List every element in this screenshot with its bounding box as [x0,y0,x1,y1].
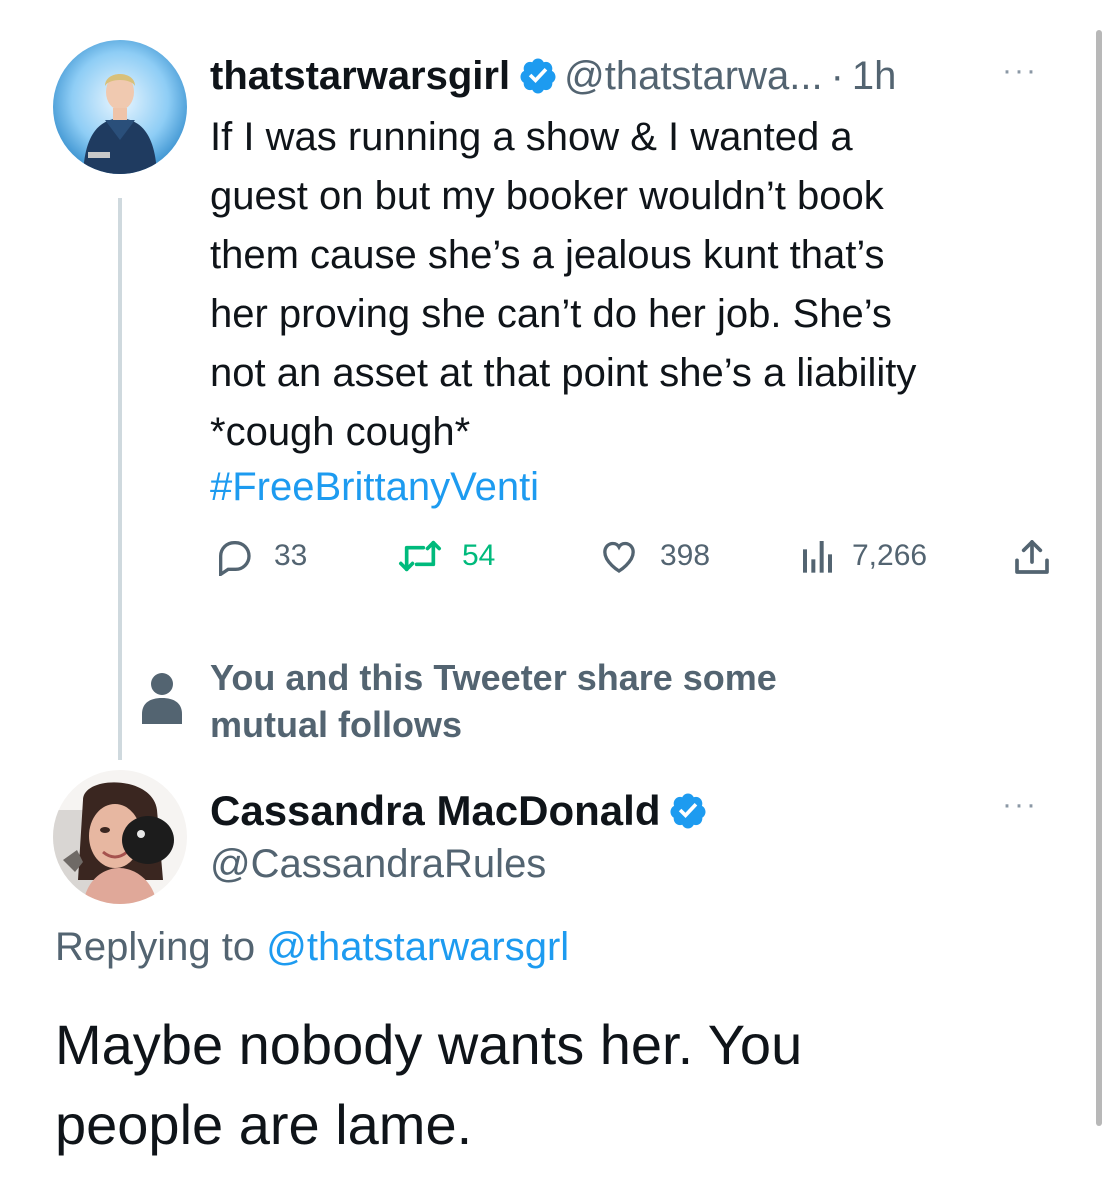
tweet-actions: 33 54 398 7,266 [0,532,1110,582]
tweet-text-line: not an asset at that point she’s a liabi… [210,351,917,395]
tweet-text-line: her proving she can’t do her job. She’s [210,292,892,336]
more-icon[interactable]: ··· [1002,790,1038,820]
reply-text-line: people are lame. [55,1093,473,1156]
reply-header: Cassandra MacDonald [210,784,714,838]
like-count: 398 [660,539,711,572]
reply-text: Maybe nobody wants her. You people are l… [55,1005,1055,1165]
share-button[interactable] [1012,536,1052,578]
reply-button[interactable]: 33 [214,536,307,576]
views-icon [803,541,832,573]
replying-prefix: Replying to [55,925,256,969]
replying-to: Replying to @thatstarwarsgrl [55,925,569,970]
tweet-text-line: If I was running a show & I wanted a [210,115,853,159]
reply-icon [219,541,251,576]
verified-badge-icon [668,791,708,831]
mutual-follows-notice: You and this Tweeter share some mutual f… [210,654,777,748]
notice-line: mutual follows [210,704,462,745]
hashtag-link[interactable]: #FreeBrittanyVenti [210,458,539,517]
tweet-time[interactable]: 1h [852,54,897,99]
verified-badge-icon [518,56,558,96]
avatar-image [53,40,187,174]
reply-author-name[interactable]: Cassandra MacDonald [210,787,660,835]
like-icon [603,541,635,573]
reply-author-handle[interactable]: @CassandraRules [210,842,546,887]
share-icon [1015,540,1049,574]
tweet-text-line: them cause she’s a jealous kunt that’s [210,233,885,277]
person-icon [142,673,182,724]
more-icon[interactable]: ··· [1002,56,1038,86]
like-button[interactable]: 398 [598,536,710,576]
views-count: 7,266 [852,539,928,572]
notice-line: You and this Tweeter share some [210,657,777,698]
views-button[interactable]: 7,266 [800,536,927,576]
reply-count: 33 [274,539,308,572]
avatar[interactable] [53,40,187,174]
tweet-text-line: guest on but my booker wouldn’t book [210,174,884,218]
avatar[interactable] [53,770,187,904]
retweet-icon [399,540,441,572]
tweet-text: If I was running a show & I wanted a gue… [210,108,1070,462]
author-name[interactable]: thatstarwarsgirl [210,54,510,99]
retweet-button[interactable]: 54 [398,536,495,576]
replying-handle-link[interactable]: @thatstarwarsgrl [266,925,569,969]
time-separator: · [830,53,844,98]
thread-line [118,198,122,760]
avatar-image [53,770,187,904]
author-handle[interactable]: @thatstarwa... [564,54,822,99]
retweet-count: 54 [462,539,496,572]
tweet-text-line: *cough cough* [210,410,471,454]
tweet-header: thatstarwarsgirl @thatstarwa... · 1h [210,52,896,100]
reply-text-line: Maybe nobody wants her. You [55,1013,803,1076]
